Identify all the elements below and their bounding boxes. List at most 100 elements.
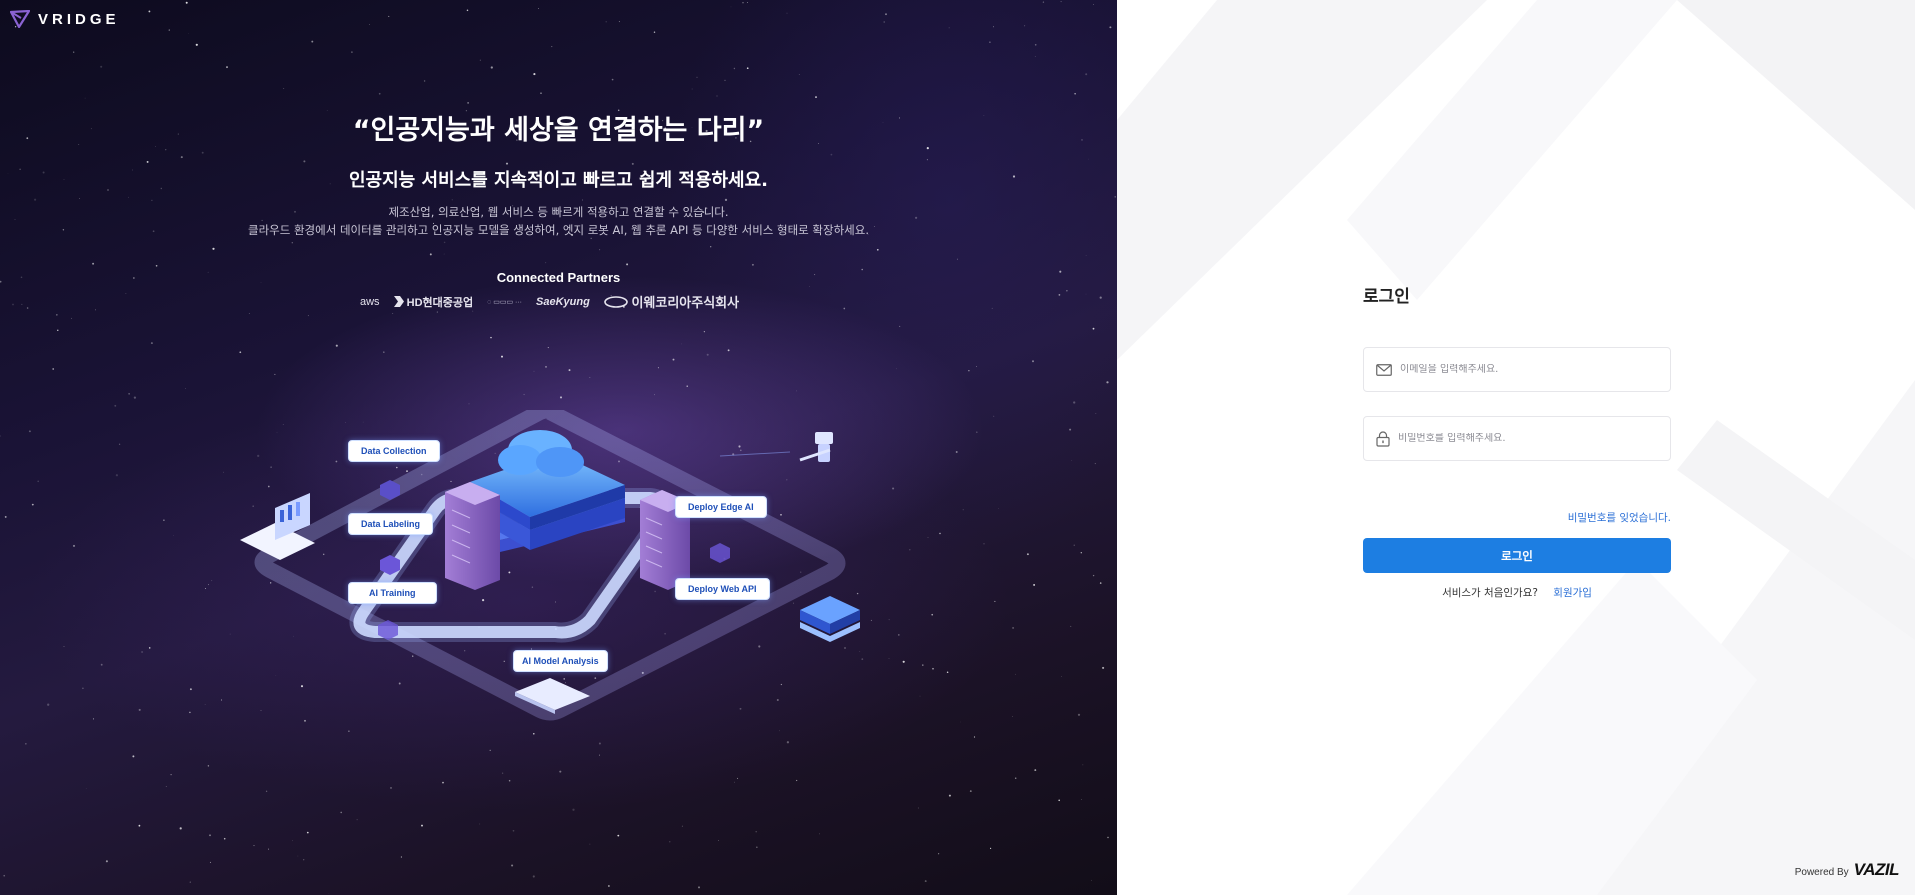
star: [653, 394, 655, 396]
star: [467, 102, 469, 104]
login-button[interactable]: 로그인: [1363, 538, 1671, 573]
star: [508, 779, 511, 782]
star: [95, 309, 96, 311]
star: [208, 584, 209, 586]
star: [165, 786, 167, 787]
powered-by-brand: VAZIL: [1853, 860, 1900, 879]
password-input[interactable]: [1398, 433, 1648, 444]
star: [351, 51, 353, 53]
powered-by: Powered By VAZIL: [1795, 860, 1900, 880]
star: [378, 92, 381, 95]
star: [948, 794, 951, 797]
star: [742, 2, 744, 4]
star: [173, 535, 174, 536]
star: [189, 881, 191, 883]
star: [626, 263, 629, 266]
star: [1058, 799, 1060, 802]
star: [926, 147, 929, 150]
star: [1094, 463, 1096, 465]
hero-description-line: 클라우드 환경에서 데이터를 관리하고 인공지능 모델을 생성하여, 엣지 로봇…: [248, 223, 869, 237]
star: [696, 76, 698, 78]
star: [1088, 158, 1090, 160]
star: [1066, 290, 1068, 292]
pipeline-illustration: [240, 402, 860, 721]
star: [223, 837, 226, 840]
star: [976, 431, 978, 433]
star: [1102, 666, 1105, 669]
signup-link[interactable]: 회원가입: [1553, 587, 1592, 599]
star: [501, 355, 503, 358]
star: [611, 78, 614, 81]
star: [340, 811, 342, 814]
star: [1077, 713, 1081, 716]
star: [429, 253, 432, 256]
star: [1099, 582, 1102, 584]
star: [899, 325, 901, 327]
star: [888, 619, 890, 621]
star: [31, 503, 34, 506]
star: [598, 742, 601, 745]
partner-logo-ewe-text: 이웨코리아주식회사: [631, 295, 740, 310]
diagram-label-deploy-web-api: Deploy Web API: [675, 578, 770, 600]
star: [919, 695, 921, 697]
star: [1106, 381, 1109, 384]
brand-logo[interactable]: VRIDGE: [10, 10, 120, 28]
star: [716, 95, 718, 97]
star: [927, 537, 929, 538]
star: [681, 825, 683, 827]
star: [956, 258, 958, 260]
star: [73, 51, 75, 53]
star: [303, 160, 306, 163]
star: [737, 777, 739, 779]
star: [52, 368, 55, 370]
star: [1033, 583, 1036, 586]
star: [168, 29, 170, 31]
star: [547, 347, 549, 349]
star: [72, 544, 76, 547]
star: [155, 264, 158, 267]
star: [653, 31, 656, 33]
star: [1074, 93, 1076, 95]
star: [681, 343, 682, 345]
star: [1071, 460, 1073, 461]
star: [505, 162, 509, 165]
star: [128, 393, 130, 395]
email-field[interactable]: [1363, 347, 1671, 392]
diagram-label-data-labeling: Data Labeling: [348, 513, 434, 535]
star: [4, 515, 7, 518]
star: [100, 663, 103, 666]
star: [1073, 544, 1075, 546]
star: [533, 370, 535, 372]
star: [843, 307, 846, 310]
star: [959, 721, 961, 723]
star: [71, 317, 73, 319]
star: [451, 199, 453, 201]
password-field[interactable]: [1363, 416, 1671, 461]
star: [253, 845, 255, 847]
star: [501, 772, 504, 774]
star: [998, 508, 1000, 510]
star: [170, 773, 172, 776]
star: [582, 199, 583, 201]
star: [443, 253, 445, 255]
star: [1092, 574, 1095, 577]
login-title: 로그인: [1363, 287, 1410, 307]
forgot-password-link[interactable]: 비밀번호를 잊었습니다.: [1568, 510, 1671, 525]
email-input[interactable]: [1400, 364, 1650, 375]
star: [92, 718, 95, 720]
star: [383, 351, 385, 353]
star: [706, 353, 709, 356]
star: [388, 15, 390, 17]
star: [56, 314, 58, 316]
star: [746, 67, 749, 70]
star: [421, 824, 423, 827]
login-panel: 로그인 비밀번호를 잊었습니다. 로그인 서비스가 처음인가요? 회원가입 Po…: [1117, 0, 1915, 895]
star: [84, 97, 86, 99]
star: [0, 435, 1, 437]
partner-logo-small: ◌ ▭▭▭ ···: [487, 298, 523, 306]
star: [870, 619, 872, 621]
signup-row: 서비스가 처음인가요? 회원가입: [1363, 585, 1671, 600]
star: [212, 247, 215, 250]
star: [559, 396, 563, 399]
star: [902, 660, 905, 663]
